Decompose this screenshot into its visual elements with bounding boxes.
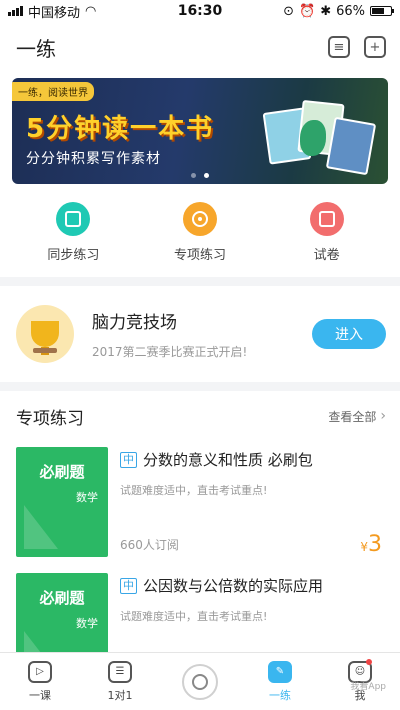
tab-label: 一课 [29, 688, 51, 702]
ruler-icon [24, 505, 58, 549]
banner-tag: 一练，阅读世界 [12, 82, 94, 101]
tab-label: 一练 [269, 688, 291, 702]
arena-subtitle: 2017第二赛季比赛正式开启! [92, 345, 248, 359]
tutor-icon: ☰ [108, 660, 132, 683]
brain-arena-card[interactable]: 脑力竞技场 2017第二赛季比赛正式开启! 进入 [0, 286, 400, 382]
quick-entries: 同步练习 专项练习 试卷 [0, 184, 400, 277]
section-title: 专项练习 [16, 408, 84, 429]
exam-paper-icon [309, 202, 344, 236]
cover-title: 必刷题 [39, 463, 85, 481]
cover-subject: 数学 [76, 491, 98, 504]
tab-label: 1对1 [107, 688, 133, 702]
quick-item-sync-practice[interactable]: 同步练习 [28, 202, 118, 263]
lizard-illustration [300, 120, 326, 156]
chevron-right-icon: › [380, 408, 386, 424]
banner-subline: 分分钟积累写作素材 [26, 151, 161, 167]
quick-item-label: 试卷 [313, 248, 340, 263]
course-card[interactable]: 必刷题 数学 中 分数的意义和性质 必刷包 试题难度适中，直击考试重点! 660… [0, 441, 400, 567]
carrier-label: 中国移动 [28, 5, 81, 21]
alarm-icon: ⏰ [299, 3, 316, 19]
course-title: 公因数与公倍数的实际应用 [143, 577, 324, 595]
cover-subject: 数学 [76, 617, 98, 630]
add-icon[interactable]: + [364, 36, 386, 58]
wifi-icon: ◠ [85, 3, 97, 19]
difficulty-badge: 中 [120, 577, 137, 594]
currency-symbol: ¥ [360, 540, 368, 554]
course-description: 试题难度适中，直击考试重点! [120, 610, 268, 623]
course-price: ¥3 [360, 532, 382, 557]
view-all-label: 查看全部 [328, 409, 377, 424]
difficulty-badge: 中 [120, 451, 137, 468]
bluetooth-icon: ✱ [320, 3, 332, 19]
battery-percent: 66% [336, 3, 365, 19]
video-lesson-icon: ▷ [28, 660, 52, 683]
banner-illustration [260, 98, 377, 178]
quick-item-exam[interactable]: 试卷 [282, 202, 372, 263]
view-all-link[interactable]: 查看全部 › [328, 408, 386, 425]
quick-item-special-practice[interactable]: 专项练习 [155, 202, 245, 263]
practice-pen-icon: ✎ [268, 660, 292, 683]
watermark: 我看App [350, 682, 386, 692]
promo-banner[interactable]: 一练，阅读世界 5分钟读一本书 分分钟积累写作素材 [12, 78, 388, 184]
carousel-dot[interactable] [191, 173, 196, 178]
course-cover: 必刷题 数学 [16, 447, 108, 557]
divider [0, 277, 400, 286]
subscriber-count: 660人订阅 [120, 538, 179, 552]
target-icon [182, 202, 217, 236]
price-value: 3 [368, 532, 382, 557]
tab-tutor[interactable]: ☰ 1对1 [90, 660, 150, 703]
battery-icon [370, 6, 394, 16]
arena-title: 脑力竞技场 [92, 313, 177, 333]
quick-item-label: 专项练习 [173, 248, 226, 263]
trophy-icon [16, 305, 74, 363]
sync-practice-icon [56, 202, 91, 236]
signal-icon [8, 6, 23, 16]
section-header: 专项练习 查看全部 › [0, 391, 400, 441]
tab-camera[interactable] [170, 663, 230, 700]
filter-icon[interactable]: ≡ [328, 36, 350, 58]
enter-button[interactable]: 进入 [312, 319, 386, 349]
camera-icon [182, 663, 218, 700]
quick-item-label: 同步练习 [47, 248, 100, 263]
tab-practice[interactable]: ✎ 一练 [250, 660, 310, 703]
carousel-dots [12, 173, 388, 178]
bottom-tab-bar: ▷ 一课 ☰ 1对1 ✎ 一练 ☺ 我 我看App [0, 652, 400, 710]
status-bar: 中国移动 ◠ 16:30 ⊙ ⏰ ✱ 66% [0, 0, 400, 22]
app-header: 一练 ≡ + [0, 22, 400, 72]
carousel-dot-active[interactable] [204, 173, 209, 178]
lock-rotation-icon: ⊙ [283, 3, 294, 19]
banner-headline: 5分钟读一本书 [26, 114, 215, 144]
notification-dot [366, 658, 372, 665]
cover-title: 必刷题 [39, 589, 85, 607]
tab-lesson[interactable]: ▷ 一课 [10, 660, 70, 703]
course-description: 试题难度适中，直击考试重点! [120, 484, 268, 497]
page-title: 一练 [16, 36, 56, 61]
course-title: 分数的意义和性质 必刷包 [143, 451, 313, 469]
divider [0, 382, 400, 391]
